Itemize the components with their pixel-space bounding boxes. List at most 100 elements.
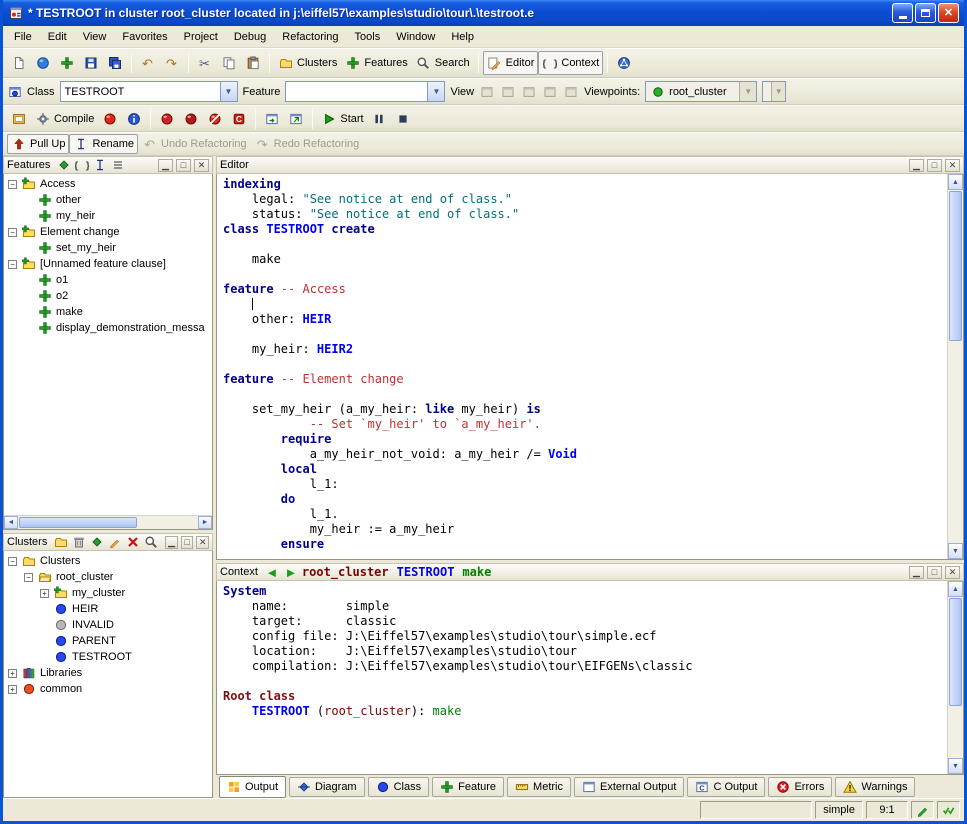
clusters-button[interactable]: Clusters <box>274 51 341 75</box>
clusters-maximize-button[interactable]: □ <box>181 536 194 549</box>
history-back-icon[interactable]: ◄ <box>264 565 280 579</box>
editor-minimize-button[interactable]: ▁ <box>909 159 924 172</box>
maximize-button[interactable] <box>915 3 936 23</box>
paste-button[interactable] <box>241 51 265 75</box>
scroll-left-icon[interactable]: ◄ <box>4 516 18 529</box>
tree-item-common[interactable]: +common <box>6 681 212 697</box>
expand-toggle-icon[interactable]: + <box>8 685 17 694</box>
tree-item-display-demonstration-messa[interactable]: display_demonstration_messa <box>6 320 212 336</box>
view-clickable-icon[interactable] <box>500 85 516 99</box>
finalize-button[interactable] <box>179 107 203 131</box>
minimize-button[interactable] <box>892 3 913 23</box>
editor-vertical-scrollbar[interactable]: ▲ ▼ <box>947 174 963 559</box>
code-line[interactable] <box>223 357 947 372</box>
code-line[interactable]: class TESTROOT create <box>223 222 947 237</box>
viewpoints-combobox-arrow-icon[interactable]: ▼ <box>739 82 756 101</box>
context-output[interactable]: System name: simple target: classic conf… <box>217 581 947 774</box>
rename-button[interactable]: Rename <box>69 134 138 154</box>
context-line[interactable]: location: J:\Eiffel57\examples\studio\to… <box>223 644 947 659</box>
feature-combobox-arrow-icon[interactable]: ▼ <box>427 82 444 101</box>
tree-item-clusters[interactable]: −Clusters <box>6 553 212 569</box>
scroll-up-icon[interactable]: ▲ <box>948 581 963 597</box>
add-document-button[interactable] <box>55 51 79 75</box>
code-line[interactable] <box>223 327 947 342</box>
tab-c-output[interactable]: CC Output <box>687 777 765 797</box>
menu-edit[interactable]: Edit <box>40 26 75 47</box>
collapse-toggle-icon[interactable]: − <box>24 573 33 582</box>
debug-step-button[interactable] <box>284 107 308 131</box>
new-button[interactable] <box>7 51 31 75</box>
code-line[interactable]: feature -- Element change <box>223 372 947 387</box>
search-small-icon[interactable] <box>143 535 159 549</box>
tree-item-invalid[interactable]: INVALID <box>6 617 212 633</box>
editor-close-button[interactable]: ✕ <box>945 159 960 172</box>
signature-icon[interactable] <box>92 158 108 172</box>
code-line[interactable]: feature -- Access <box>223 282 947 297</box>
search-button[interactable]: Search <box>412 51 474 75</box>
debug-view-button[interactable] <box>260 107 284 131</box>
menu-favorites[interactable]: Favorites <box>114 26 175 47</box>
new-cluster-icon[interactable] <box>53 535 69 549</box>
viewpoint-variant-combobox[interactable]: ▼ <box>762 81 786 102</box>
feature-combobox[interactable]: ▼ <box>285 81 445 102</box>
context-line[interactable]: Root class <box>223 689 947 704</box>
context-line[interactable]: target: classic <box>223 614 947 629</box>
breadcrumb-testroot[interactable]: TESTROOT <box>397 565 455 579</box>
code-line[interactable]: indexing <box>223 177 947 192</box>
code-line[interactable] <box>223 267 947 282</box>
freeze-button[interactable] <box>155 107 179 131</box>
context-line[interactable]: config file: J:\Eiffel57\examples\studio… <box>223 629 947 644</box>
editor-button[interactable]: Editor <box>483 51 539 75</box>
tree-item-o1[interactable]: o1 <box>6 272 212 288</box>
tree-item-libraries[interactable]: +Libraries <box>6 665 212 681</box>
context-line[interactable]: compilation: J:\Eiffel57\examples\studio… <box>223 659 947 674</box>
tree-item-root-cluster[interactable]: −root_cluster <box>6 569 212 585</box>
pause-button[interactable] <box>368 107 392 131</box>
features-maximize-button[interactable]: □ <box>176 159 191 172</box>
list-icon[interactable] <box>110 158 126 172</box>
features-minimize-button[interactable]: ▁ <box>158 159 173 172</box>
viewpoints-combobox[interactable]: root_cluster ▼ <box>645 81 757 102</box>
code-line[interactable] <box>223 297 947 312</box>
cut-button[interactable]: ✂ <box>193 51 217 75</box>
undo-button[interactable]: ↶ <box>136 51 160 75</box>
code-line[interactable]: l_1. <box>223 507 947 522</box>
view-interface-icon[interactable] <box>563 85 579 99</box>
tab-external-output[interactable]: External Output <box>574 777 684 797</box>
menu-window[interactable]: Window <box>388 26 443 47</box>
save-button[interactable] <box>79 51 103 75</box>
code-line[interactable]: set_my_heir (a_my_heir: like my_heir) is <box>223 402 947 417</box>
expand-toggle-icon[interactable]: + <box>40 589 49 598</box>
tab-warnings[interactable]: Warnings <box>835 777 915 797</box>
context-maximize-button[interactable]: □ <box>927 566 942 579</box>
code-line[interactable] <box>223 237 947 252</box>
save-all-button[interactable] <box>103 51 127 75</box>
expand-toggle-icon[interactable]: + <box>8 669 17 678</box>
code-line[interactable]: local <box>223 462 947 477</box>
scroll-up-icon[interactable]: ▲ <box>948 174 963 190</box>
menu-debug[interactable]: Debug <box>226 26 274 47</box>
titlebar[interactable]: * TESTROOT in cluster root_cluster locat… <box>3 0 964 26</box>
context-line[interactable]: System <box>223 584 947 599</box>
code-line[interactable]: make <box>223 252 947 267</box>
redo-refactoring-button[interactable]: ↷Redo Refactoring <box>251 134 364 154</box>
tree-item-element-change[interactable]: −Element change <box>6 224 212 240</box>
code-line[interactable]: -- Set `my_heir' to `a_my_heir'. <box>223 417 947 432</box>
context-close-button[interactable]: ✕ <box>945 566 960 579</box>
trash-icon[interactable] <box>71 535 87 549</box>
code-line[interactable]: l_1: <box>223 477 947 492</box>
tree-item-my-heir[interactable]: my_heir <box>6 208 212 224</box>
class-combobox[interactable]: TESTROOT ▼ <box>60 81 238 102</box>
open-button[interactable] <box>31 51 55 75</box>
tab-metric[interactable]: Metric <box>507 777 571 797</box>
menu-tools[interactable]: Tools <box>347 26 389 47</box>
tree-item-parent[interactable]: PARENT <box>6 633 212 649</box>
menu-project[interactable]: Project <box>176 26 226 47</box>
tree-item-my-cluster[interactable]: +my_cluster <box>6 585 212 601</box>
menu-view[interactable]: View <box>75 26 115 47</box>
scroll-down-icon[interactable]: ▼ <box>948 758 963 774</box>
code-line[interactable] <box>223 387 947 402</box>
context-vertical-scrollbar[interactable]: ▲ ▼ <box>947 581 963 774</box>
collapse-toggle-icon[interactable]: − <box>8 260 17 269</box>
diagram-tool-button[interactable] <box>612 51 636 75</box>
